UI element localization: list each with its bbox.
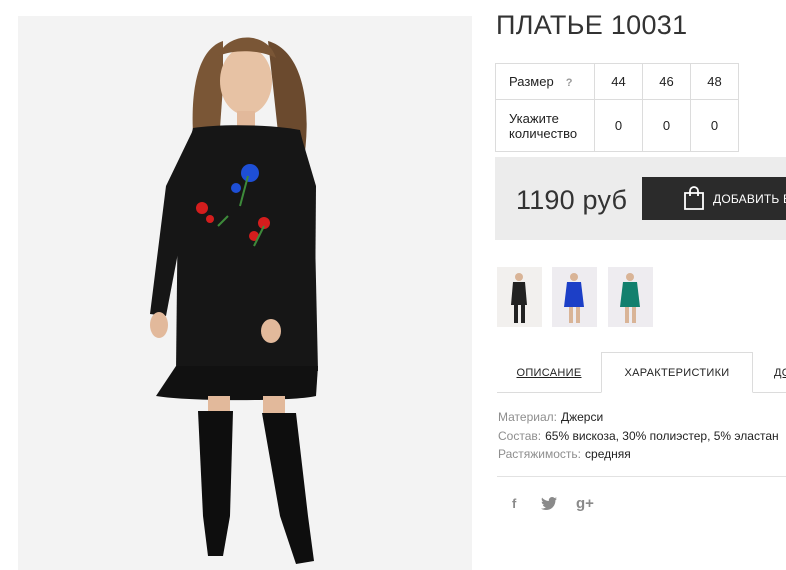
spec-material: Материал: Джерси	[498, 410, 604, 424]
thumb-blue[interactable]	[552, 267, 597, 327]
quantity-input-48[interactable]: 0	[690, 99, 739, 152]
price: 1190 руб	[516, 185, 628, 215]
size-help-icon[interactable]: ?	[566, 77, 573, 89]
facebook-icon[interactable]: f	[512, 496, 516, 511]
shopping-bag-icon	[684, 186, 704, 210]
size-46: 46	[642, 63, 691, 100]
thumb-green[interactable]	[608, 267, 653, 327]
quantity-input-44[interactable]: 0	[594, 99, 643, 152]
spec-composition: Состав: 65% вискоза, 30% полиэстер, 5% эл…	[498, 428, 779, 443]
size-quantity-table: Размер? 44 46 48 Укажите количество 0 0 …	[495, 63, 739, 152]
spec-stretch: Растяжимость: средняя	[498, 447, 631, 461]
size-48: 48	[690, 63, 739, 100]
tab-description[interactable]: ОПИСАНИЕ	[497, 352, 601, 393]
tab-characteristics[interactable]: ХАРАКТЕРИСТИКИ	[601, 352, 753, 393]
tab-delivery[interactable]: ДО	[774, 352, 786, 393]
size-44: 44	[594, 63, 643, 100]
price-box: 1190 руб ДОБАВИТЬ В	[495, 157, 786, 240]
product-title: ПЛАТЬЕ 10031	[496, 10, 688, 40]
divider	[497, 476, 786, 477]
add-to-cart-label: ДОБАВИТЬ В	[713, 191, 786, 206]
add-to-cart-button[interactable]: ДОБАВИТЬ В	[642, 177, 786, 220]
twitter-icon[interactable]	[541, 497, 557, 513]
quantity-input-46[interactable]: 0	[642, 99, 691, 152]
google-plus-icon[interactable]: g+	[576, 495, 594, 512]
dress-shape	[176, 125, 318, 371]
product-photo[interactable]	[18, 16, 472, 570]
quantity-row-label: Укажите количество	[495, 99, 595, 152]
product-tabs: ОПИСАНИЕ ХАРАКТЕРИСТИКИ ДО	[497, 352, 786, 393]
size-label: Размер	[509, 74, 554, 89]
characteristics-list: Материал: Джерси Состав: 65% вискоза, 30% …	[498, 408, 779, 464]
size-row-label: Размер?	[495, 63, 595, 100]
thumb-black[interactable]	[497, 267, 542, 327]
